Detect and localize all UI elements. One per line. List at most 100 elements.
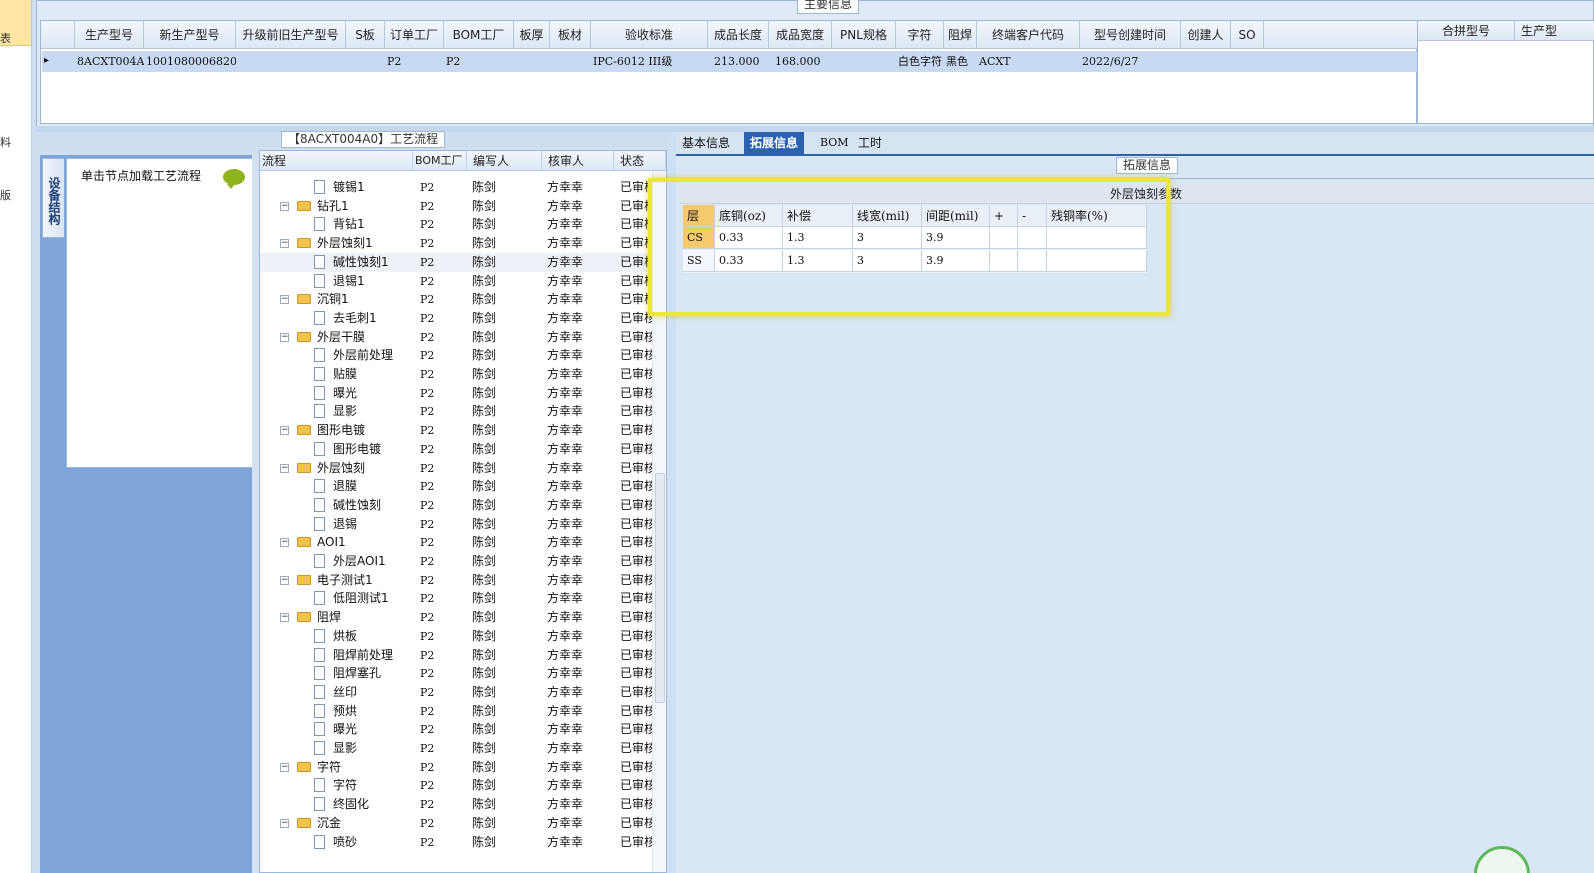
tree-row[interactable]: 丝印 P2 陈剑 方幸幸 已审核 [260, 683, 652, 702]
col-header-16[interactable]: 创建人 [1181, 21, 1231, 49]
left-nav-label-3[interactable]: 版 [0, 187, 11, 203]
cell-1[interactable]: 10010800068203 [144, 52, 236, 72]
col-header-11[interactable]: PNL规格 [832, 21, 896, 49]
tree-row[interactable]: 字符 P2 陈剑 方幸幸 已审核 [260, 776, 652, 795]
left-nav-label-2[interactable]: 料 [0, 134, 11, 150]
tree-row[interactable]: 预烘 P2 陈剑 方幸幸 已审核 [260, 702, 652, 721]
cell-9[interactable]: 213.000 [708, 52, 769, 72]
tab-basic-info[interactable]: 基本信息 [676, 132, 736, 154]
col-flow[interactable]: 流程 [260, 151, 413, 171]
tree-row[interactable]: −沉铜1P2陈剑方幸幸已审核 [260, 290, 652, 309]
cell-11[interactable] [832, 52, 896, 72]
tree-row[interactable]: 阻焊塞孔 P2 陈剑 方幸幸 已审核 [260, 664, 652, 683]
tree-row[interactable]: 曝光 P2 陈剑 方幸幸 已审核 [260, 384, 652, 403]
tree-row[interactable]: 退膜 P2 陈剑 方幸幸 已审核 [260, 477, 652, 496]
tree-row[interactable]: 去毛刺1P2陈剑方幸幸已审核 [260, 309, 652, 328]
tree-row[interactable]: 曝光 P2 陈剑 方幸幸 已审核 [260, 720, 652, 739]
collapse-icon[interactable]: − [280, 463, 289, 473]
col-header-13[interactable]: 阻焊 [944, 21, 977, 49]
collapse-icon[interactable]: − [280, 295, 289, 305]
tree-row[interactable]: − 外层蚀刻 P2 陈剑 方幸幸 已审核 [260, 459, 652, 478]
col-header-3[interactable]: S板 [346, 21, 385, 49]
collapse-icon[interactable]: − [280, 239, 289, 249]
col-header-10[interactable]: 成品宽度 [769, 21, 832, 49]
tree-row[interactable]: − 图形电镀 P2 陈剑 方幸幸 已审核 [260, 421, 652, 440]
col-header-12[interactable]: 字符 [896, 21, 944, 49]
tree-row[interactable]: 低阻测试1 P2 陈剑 方幸幸 已审核 [260, 589, 652, 608]
left-nav-label-1[interactable]: 表 [0, 30, 11, 46]
cell-4[interactable]: P2 [385, 52, 444, 72]
col-header-4[interactable]: 订单工厂 [385, 21, 444, 49]
merge-production-model-header[interactable]: 生产型 [1515, 21, 1594, 41]
col-status[interactable]: 状态 [614, 151, 666, 171]
collapse-icon[interactable]: − [280, 538, 289, 548]
col-header-17[interactable]: SO [1231, 21, 1264, 49]
cell-6[interactable] [514, 52, 550, 72]
grid-corner[interactable] [41, 21, 75, 49]
tree-row[interactable]: − 阻焊 P2 陈剑 方幸幸 已审核 [260, 608, 652, 627]
tree-row[interactable]: 碱性蚀刻1P2陈剑方幸幸已审核 [260, 252, 652, 272]
merge-model-header[interactable]: 合拼型号 [1418, 21, 1515, 41]
tab-bom[interactable]: BOM [814, 132, 855, 154]
tree-row[interactable]: 图形电镀 P2 陈剑 方幸幸 已审核 [260, 440, 652, 459]
tree-row[interactable]: − 电子测试1 P2 陈剑 方幸幸 已审核 [260, 571, 652, 590]
cell-13[interactable]: 黑色 [944, 52, 977, 72]
tree-row[interactable]: − 字符 P2 陈剑 方幸幸 已审核 [260, 758, 652, 777]
col-header-6[interactable]: 板厚 [514, 21, 550, 49]
collapse-icon[interactable]: − [280, 332, 289, 342]
tree-row[interactable]: 终固化 P2 陈剑 方幸幸 已审核 [260, 795, 652, 814]
tree-row[interactable]: − AOI1 P2 陈剑 方幸幸 已审核 [260, 533, 652, 552]
collapse-icon[interactable]: − [280, 762, 289, 772]
tree-row[interactable]: 镀锡1P2陈剑方幸幸已审核 [260, 178, 652, 197]
tree-row[interactable]: 碱性蚀刻 P2 陈剑 方幸幸 已审核 [260, 496, 652, 515]
cell-7[interactable] [550, 52, 591, 72]
col-bom-factory[interactable]: BOM工厂 [413, 151, 467, 171]
tab-extended-info[interactable]: 拓展信息 [744, 132, 805, 154]
collapse-icon[interactable]: − [280, 426, 289, 436]
tree-row[interactable]: 喷砂 P2 陈剑 方幸幸 已审核 [260, 833, 652, 852]
collapse-icon[interactable]: − [280, 575, 289, 585]
cell-0[interactable]: 8ACXT004A0 [75, 52, 144, 72]
col-header-2[interactable]: 升级前旧生产型号 [236, 21, 346, 49]
cell-8[interactable]: IPC-6012 III级 [591, 52, 708, 72]
col-header-1[interactable]: 新生产型号 [144, 21, 236, 49]
col-header-0[interactable]: 生产型号 [75, 21, 144, 49]
cell-17[interactable] [1231, 52, 1264, 72]
cell-3[interactable] [346, 52, 385, 72]
tree-row[interactable]: − 沉金 P2 陈剑 方幸幸 已审核 [260, 814, 652, 833]
col-header-7[interactable]: 板材 [550, 21, 591, 49]
col-header-15[interactable]: 型号创建时间 [1080, 21, 1181, 49]
tab-work-hours[interactable]: 工时 [852, 132, 888, 154]
cell-12[interactable]: 白色字符 [896, 52, 944, 72]
tree-row[interactable]: 背钻1P2陈剑方幸幸已审核 [260, 215, 652, 234]
tab-equipment-structure[interactable]: 设备结构 [42, 158, 64, 238]
tree-row[interactable]: − 外层干膜 P2 陈剑 方幸幸 已审核 [260, 328, 652, 347]
tree-row[interactable]: −外层蚀刻1P2陈剑方幸幸已审核 [260, 234, 652, 253]
col-author[interactable]: 编写人 [467, 151, 542, 171]
tree-row[interactable]: −钻孔1P2陈剑方幸幸已审核 [260, 197, 652, 216]
tree-scrollbar-thumb[interactable] [655, 473, 665, 703]
collapse-icon[interactable]: − [280, 818, 289, 828]
tree-row[interactable]: 阻焊前处理 P2 陈剑 方幸幸 已审核 [260, 646, 652, 665]
col-header-14[interactable]: 终端客户代码 [977, 21, 1080, 49]
tree-row[interactable]: 贴膜 P2 陈剑 方幸幸 已审核 [260, 365, 652, 384]
col-header-8[interactable]: 验收标准 [591, 21, 708, 49]
cell-5[interactable]: P2 [444, 52, 514, 72]
cell-14[interactable]: ACXT [977, 52, 1080, 72]
cell-10[interactable]: 168.000 [769, 52, 832, 72]
col-header-9[interactable]: 成品长度 [708, 21, 769, 49]
tree-row[interactable]: 显影 P2 陈剑 方幸幸 已审核 [260, 739, 652, 758]
tree-row[interactable]: 烘板 P2 陈剑 方幸幸 已审核 [260, 627, 652, 646]
cell-16[interactable] [1181, 52, 1231, 72]
cell-2[interactable] [236, 52, 346, 72]
tree-row[interactable]: 显影 P2 陈剑 方幸幸 已审核 [260, 402, 652, 421]
cell-15[interactable]: 2022/6/27 [1080, 52, 1181, 72]
col-header-5[interactable]: BOM工厂 [444, 21, 514, 49]
tree-row[interactable]: 退锡 P2 陈剑 方幸幸 已审核 [260, 515, 652, 534]
tree-row[interactable]: 外层前处理 P2 陈剑 方幸幸 已审核 [260, 346, 652, 365]
collapse-icon[interactable]: − [280, 201, 289, 211]
col-reviewer[interactable]: 核审人 [542, 151, 614, 171]
tree-row[interactable]: 外层AOI1 P2 陈剑 方幸幸 已审核 [260, 552, 652, 571]
collapse-icon[interactable]: − [280, 613, 289, 623]
tree-row[interactable]: 退锡1P2陈剑方幸幸已审核 [260, 272, 652, 291]
